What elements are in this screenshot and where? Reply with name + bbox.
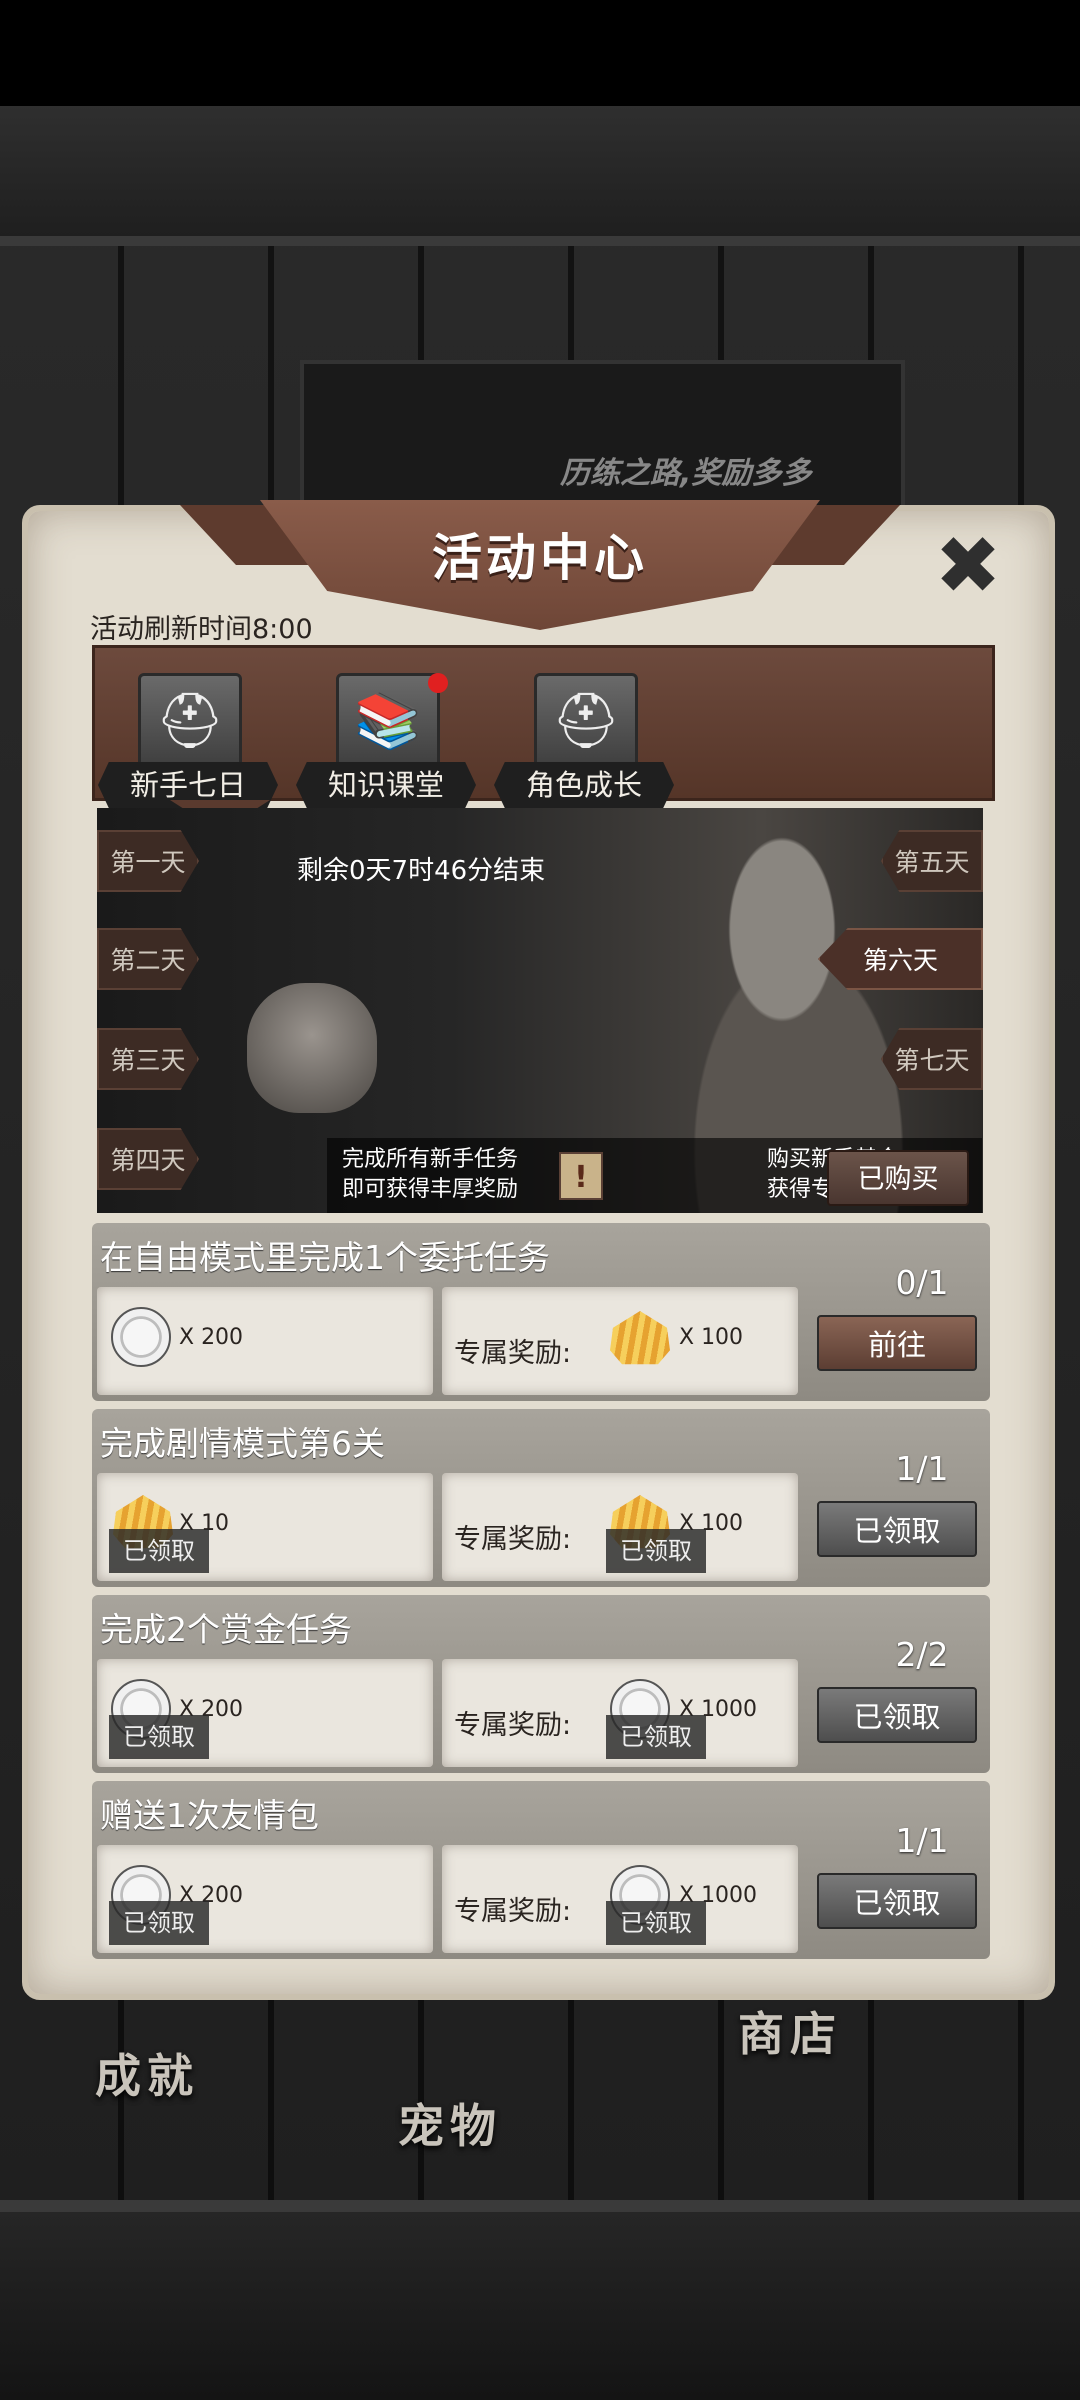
claimed-button[interactable]: 已领取 [817,1501,977,1557]
task-row: 完成2个赏金任务 X 200 已领取 专属奖励: X 1000 已领取 2/2 … [92,1595,990,1773]
claimed-button[interactable]: 已领取 [817,1687,977,1743]
task-row: 完成剧情模式第6关 X 10 已领取 专属奖励: X 100 已领取 1/1 已… [92,1409,990,1587]
exclusive-quantity: X 100 [679,1325,744,1350]
tab-character-growth[interactable]: ⛑ 角色成长 [484,655,684,815]
silver-coin-icon [111,1307,171,1367]
refresh-time-text: 活动刷新时间8:00 [90,614,313,645]
day-5-button[interactable]: 第五天 [881,830,983,892]
hero-banner: 剩余0天7时46分结束 第一天 第二天 第三天 第四天 第五天 第六天 第七天 … [97,808,983,1213]
exclusive-reward-box: 专属奖励: X 1000 已领取 [442,1845,798,1953]
reward-box: X 200 [97,1287,433,1395]
countdown-text: 剩余0天7时46分结束 [297,856,546,886]
task-progress: 0/1 [895,1263,949,1302]
claimed-tag: 已领取 [109,1901,209,1945]
claimed-tag: 已领取 [109,1715,209,1759]
claimed-button[interactable]: 已领取 [817,1873,977,1929]
reward-box: X 200 已领取 [97,1845,433,1953]
shop-nav-label[interactable]: 商店 [738,1998,842,2064]
close-button[interactable]: ✖ [930,519,1006,612]
reward-box: X 200 已领取 [97,1659,433,1767]
reward-box: X 10 已领取 [97,1473,433,1581]
status-bar [0,0,1080,106]
task-title: 在自由模式里完成1个委托任务 [100,1238,550,1277]
day-6-button[interactable]: 第六天 [818,928,983,990]
claimed-tag: 已领取 [606,1715,706,1759]
exclusive-reward-label: 专属奖励: [454,1338,572,1369]
task-row: 赠送1次友情包 X 200 已领取 专属奖励: X 1000 已领取 1/1 已… [92,1781,990,1959]
bottom-wood-bar [0,2200,1080,2400]
tab-newbie-seven-days[interactable]: ⛑ 新手七日 [88,655,288,815]
background-banner-text: 历练之路,奖励多多 [560,456,812,491]
task-progress: 1/1 [895,1821,949,1860]
close-icon: ✖ [934,519,1002,612]
caption-newbie-2: 即可获得丰厚奖励 [342,1177,519,1202]
info-icon[interactable]: ! [559,1152,603,1200]
day-3-button[interactable]: 第三天 [97,1028,199,1090]
task-row: 在自由模式里完成1个委托任务 X 200 专属奖励: X 100 0/1 前往 [92,1223,990,1401]
day-1-button[interactable]: 第一天 [97,830,199,892]
fox-pet-image [247,983,377,1113]
go-button[interactable]: 前往 [817,1315,977,1371]
task-progress: 2/2 [895,1635,949,1674]
exclusive-reward-label: 专属奖励: [454,1896,572,1927]
helmet-icon: ⛑ [534,673,638,769]
exclusive-reward-box: 专属奖励: X 100 [442,1287,798,1395]
notification-dot [428,673,448,693]
caption-newbie-1: 完成所有新手任务 [342,1147,519,1172]
claimed-tag: 已领取 [606,1901,706,1945]
task-progress: 1/1 [895,1449,949,1488]
tab-label: 知识课堂 [296,762,476,808]
day-4-button[interactable]: 第四天 [97,1128,199,1190]
reward-quantity: X 200 [179,1325,244,1350]
bought-button[interactable]: 已购买 [827,1150,969,1206]
background-banner [300,360,905,520]
tab-knowledge-class[interactable]: 📚 知识课堂 [286,655,486,815]
day-7-button[interactable]: 第七天 [881,1028,983,1090]
tab-label: 角色成长 [494,762,674,808]
exclusive-reward-label: 专属奖励: [454,1524,572,1555]
task-title: 完成2个赏金任务 [100,1610,352,1649]
exclusive-reward-box: 专属奖励: X 1000 已领取 [442,1659,798,1767]
panel-title: 活动中心 [432,529,648,587]
achievement-nav-label[interactable]: 成就 [95,2040,199,2106]
day-2-button[interactable]: 第二天 [97,928,199,990]
exclusive-reward-label: 专属奖励: [454,1710,572,1741]
gold-shell-icon [610,1311,670,1365]
task-title: 赠送1次友情包 [100,1796,319,1835]
claimed-tag: 已领取 [606,1529,706,1573]
top-wood-bar [0,106,1080,246]
exclusive-reward-box: 专属奖励: X 100 已领取 [442,1473,798,1581]
task-title: 完成剧情模式第6关 [100,1424,385,1463]
claimed-tag: 已领取 [109,1529,209,1573]
helmet-icon: ⛑ [138,673,242,769]
pet-nav-label[interactable]: 宠物 [398,2090,502,2156]
books-icon: 📚 [336,673,440,769]
